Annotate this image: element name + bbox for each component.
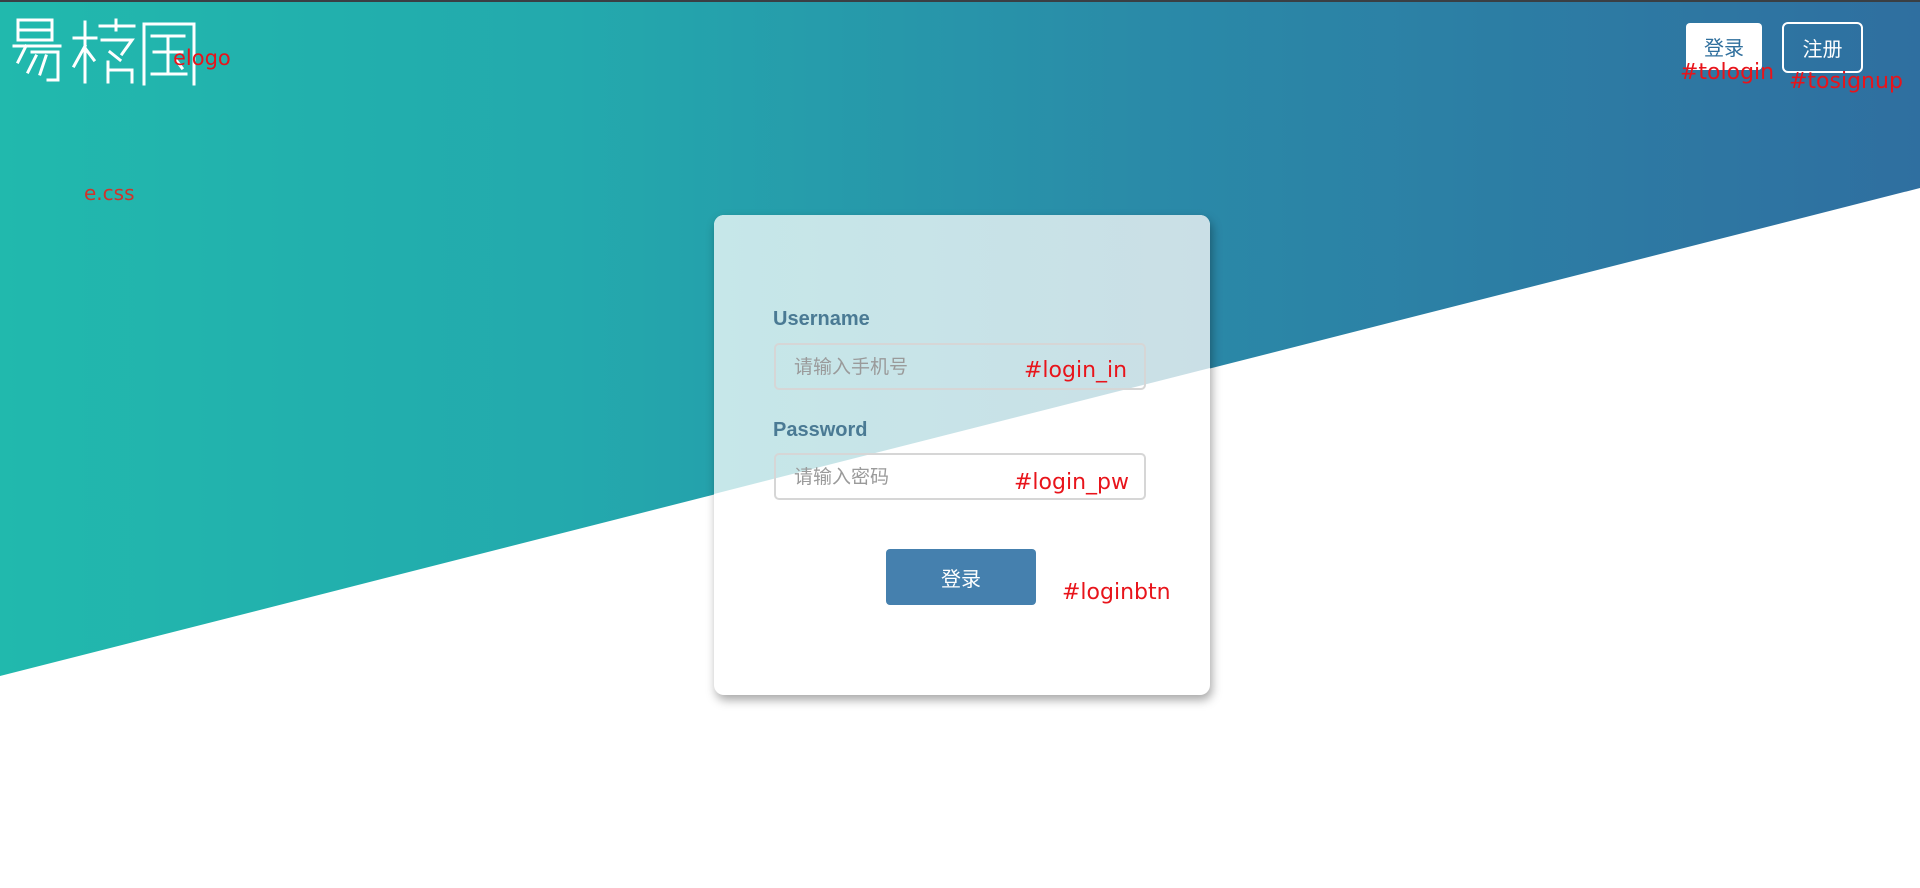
annotation-loginbtn: #loginbtn — [1062, 580, 1171, 605]
to-signup-button[interactable]: 注册 — [1782, 22, 1863, 73]
login-submit-button[interactable]: 登录 — [886, 549, 1036, 605]
login-card: Username Password 登录 — [714, 215, 1210, 695]
annotation-tosignup: #tosignup — [1789, 69, 1903, 94]
annotation-login-pw: #login_pw — [1014, 470, 1129, 495]
username-label: Username — [773, 308, 870, 330]
annotation-login-in: #login_in — [1024, 358, 1128, 383]
top-border — [0, 0, 1920, 2]
annotation-css: e.css — [84, 181, 135, 205]
annotation-logo: elogo — [173, 46, 231, 70]
password-label: Password — [773, 419, 868, 441]
annotation-tologin: #tologin — [1680, 60, 1775, 85]
